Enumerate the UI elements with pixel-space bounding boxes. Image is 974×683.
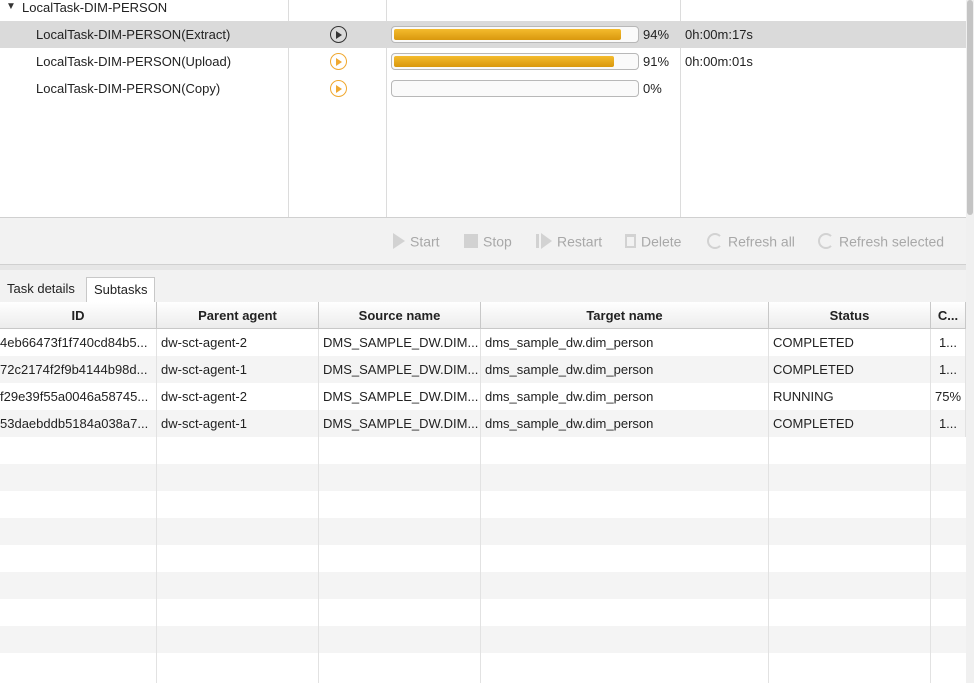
cell-id: 72c2174f2f9b4144b98d... — [0, 356, 157, 383]
restart-icon — [536, 233, 552, 250]
progress-fill — [394, 56, 614, 67]
empty-row — [0, 599, 966, 626]
tree-row-extract[interactable]: LocalTask-DIM-PERSON(Extract) 94% 0h:00m… — [0, 21, 966, 48]
tree-row-upload[interactable]: LocalTask-DIM-PERSON(Upload) 91% 0h:00m:… — [0, 48, 966, 75]
column-gridline — [480, 329, 481, 683]
empty-row — [0, 545, 966, 572]
play-circle-icon[interactable] — [330, 26, 347, 43]
restart-button[interactable]: Restart — [536, 232, 602, 252]
elapsed-time: 0h:00m:17s — [685, 27, 753, 42]
cell-source-name: DMS_SAMPLE_DW.DIM... — [319, 356, 481, 383]
delete-button[interactable]: Delete — [625, 232, 681, 252]
tab-task-details[interactable]: Task details — [0, 277, 82, 302]
play-circle-icon[interactable] — [330, 80, 347, 97]
tree-parent-label: LocalTask-DIM-PERSON — [22, 0, 168, 15]
column-gridline — [156, 329, 157, 683]
column-gridline — [930, 329, 931, 683]
task-tree-panel: ▼ LocalTask-DIM-PERSON LocalTask-DIM-PER… — [0, 0, 966, 217]
cell-more: 1... — [931, 329, 966, 356]
column-header-status[interactable]: Status — [769, 302, 931, 329]
scrollbar-thumb[interactable] — [967, 0, 973, 215]
stop-icon — [464, 234, 478, 249]
cell-id: 4eb66473f1f740cd84b5... — [0, 329, 157, 356]
cell-target-name: dms_sample_dw.dim_person — [481, 356, 769, 383]
column-header-id[interactable]: ID — [0, 302, 157, 329]
expand-triangle-icon[interactable]: ▼ — [6, 1, 16, 12]
progress-fill — [394, 29, 621, 40]
task-name: LocalTask-DIM-PERSON(Upload) — [36, 54, 232, 69]
column-header-source-name[interactable]: Source name — [319, 302, 481, 329]
cell-status: COMPLETED — [769, 356, 931, 383]
cell-parent-agent: dw-sct-agent-2 — [157, 383, 319, 410]
subtasks-table: ID Parent agent Source name Target name … — [0, 302, 966, 683]
empty-row — [0, 572, 966, 599]
tree-row-copy[interactable]: LocalTask-DIM-PERSON(Copy) 0% — [0, 75, 966, 102]
cell-source-name: DMS_SAMPLE_DW.DIM... — [319, 329, 481, 356]
refresh-all-button[interactable]: Refresh all — [707, 232, 795, 252]
table-row[interactable]: 53daebddb5184a038a7... dw-sct-agent-1 DM… — [0, 410, 966, 437]
cell-parent-agent: dw-sct-agent-1 — [157, 410, 319, 437]
cell-status: COMPLETED — [769, 410, 931, 437]
empty-row — [0, 626, 966, 653]
column-header-parent-agent[interactable]: Parent agent — [157, 302, 319, 329]
refresh-icon — [707, 233, 723, 250]
cell-parent-agent: dw-sct-agent-1 — [157, 356, 319, 383]
cell-more: 1... — [931, 410, 966, 437]
cell-id: f29e39f55a0046a58745... — [0, 383, 157, 410]
progress-bar — [391, 26, 639, 43]
elapsed-time: 0h:00m:01s — [685, 54, 753, 69]
column-header-target-name[interactable]: Target name — [481, 302, 769, 329]
table-row[interactable]: f29e39f55a0046a58745... dw-sct-agent-2 D… — [0, 383, 966, 410]
start-button[interactable]: Start — [393, 232, 440, 252]
progress-percent: 91% — [643, 54, 670, 69]
cell-status: RUNNING — [769, 383, 931, 410]
progress-percent: 0% — [643, 81, 662, 96]
column-gridline — [318, 329, 319, 683]
progress-bar — [391, 80, 639, 97]
task-name: LocalTask-DIM-PERSON(Extract) — [36, 27, 231, 42]
cell-source-name: DMS_SAMPLE_DW.DIM... — [319, 383, 481, 410]
refresh-selected-button[interactable]: Refresh selected — [818, 232, 944, 252]
vertical-scrollbar[interactable] — [966, 0, 974, 683]
empty-row — [0, 491, 966, 518]
progress-bar — [391, 53, 639, 70]
cell-id: 53daebddb5184a038a7... — [0, 410, 157, 437]
tab-subtasks[interactable]: Subtasks — [86, 277, 156, 302]
table-row[interactable]: 72c2174f2f9b4144b98d... dw-sct-agent-1 D… — [0, 356, 966, 383]
task-name: LocalTask-DIM-PERSON(Copy) — [36, 81, 221, 96]
empty-row — [0, 653, 966, 680]
cell-target-name: dms_sample_dw.dim_person — [481, 410, 769, 437]
column-header-more[interactable]: C... — [931, 302, 966, 329]
table-header: ID Parent agent Source name Target name … — [0, 302, 966, 329]
progress-percent: 94% — [643, 27, 670, 42]
empty-row — [0, 464, 966, 491]
cell-target-name: dms_sample_dw.dim_person — [481, 383, 769, 410]
trash-icon — [625, 234, 636, 249]
table-row[interactable]: 4eb66473f1f740cd84b5... dw-sct-agent-2 D… — [0, 329, 966, 356]
cell-more: 75% — [931, 383, 966, 410]
refresh-icon — [818, 233, 834, 250]
empty-row — [0, 518, 966, 545]
play-circle-icon[interactable] — [330, 53, 347, 70]
cell-status: COMPLETED — [769, 329, 931, 356]
cell-source-name: DMS_SAMPLE_DW.DIM... — [319, 410, 481, 437]
play-icon — [393, 233, 405, 250]
cell-more: 1... — [931, 356, 966, 383]
column-gridline — [768, 329, 769, 683]
stop-button[interactable]: Stop — [464, 232, 512, 252]
cell-parent-agent: dw-sct-agent-2 — [157, 329, 319, 356]
cell-target-name: dms_sample_dw.dim_person — [481, 329, 769, 356]
empty-row — [0, 437, 966, 464]
toolbar: Start Stop Restart Delete Refresh all Re… — [0, 217, 966, 264]
tab-bar: Task details Subtasks — [0, 270, 966, 302]
